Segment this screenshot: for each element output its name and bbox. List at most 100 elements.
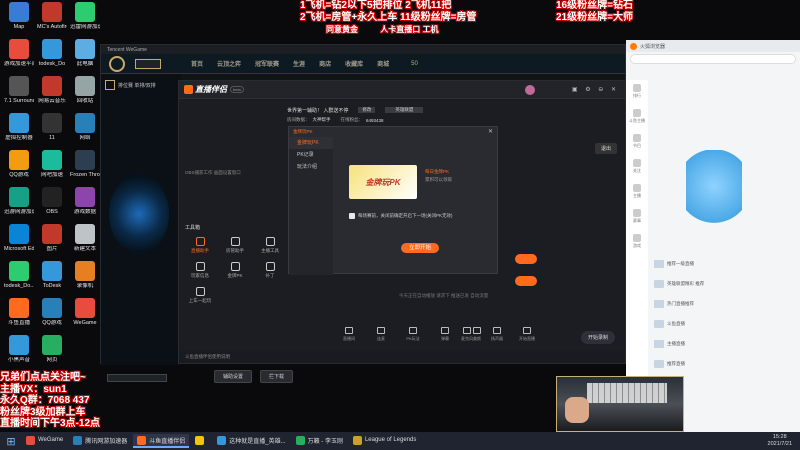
desktop-icon[interactable]: 小黑声音 [4, 335, 34, 363]
stream-title-input[interactable]: 世界第一辅助！ 入群送不停 [287, 107, 348, 114]
browser-sidebar-item[interactable]: 关注 [626, 159, 648, 174]
desktop-icon[interactable]: 斗鱼直播 [4, 298, 34, 326]
desktop-icon[interactable]: 游戏加速平台 [4, 39, 34, 67]
bottom-tool[interactable]: 麦克风 [457, 327, 477, 342]
lol-play-button[interactable] [135, 58, 161, 69]
desktop-icon[interactable]: 11 [37, 113, 67, 141]
tray-clock[interactable]: 15:28 2021/7/21 [768, 434, 792, 448]
tool-item[interactable]: 上车一起玩 [185, 287, 215, 304]
tool-item[interactable]: 补丁 [255, 262, 285, 279]
tool-item[interactable]: 直播助手 [185, 237, 215, 254]
app-icon [75, 2, 95, 22]
douyu-orange-chip-1[interactable] [515, 254, 537, 264]
lol-nav-item[interactable]: 生涯 [293, 59, 305, 68]
taskbar-item[interactable]: 腾讯网游加速器 [69, 434, 131, 448]
desktop-icon[interactable]: WeGame [70, 298, 100, 326]
browser-sidebar-item[interactable]: 赛事 [626, 209, 648, 224]
taskbar-item[interactable] [191, 434, 211, 448]
dialog-close-icon[interactable]: ✕ [488, 128, 493, 135]
browser-link[interactable]: 热门直播推荐 [654, 300, 794, 308]
lol-play-again-button[interactable] [107, 374, 167, 382]
tool-item[interactable]: 主播工具 [255, 237, 285, 254]
desktop-icon[interactable]: 此电脑 [70, 39, 100, 67]
douyu-window-controls[interactable]: ▣ ⚙ ⊖ ✕ [572, 86, 619, 93]
desktop-icon[interactable]: Map [4, 2, 34, 30]
browser-addressbar[interactable] [630, 54, 796, 64]
modify-title-button[interactable]: 修改 [358, 107, 376, 113]
lol-nav-item[interactable]: 收藏库 [345, 59, 363, 68]
bottom-tool[interactable]: 开始直播 [517, 327, 537, 342]
desktop-icon[interactable]: 回收站 [70, 76, 100, 104]
lol-nav-item[interactable]: 冠军联赛 [255, 59, 279, 68]
dialog-checkbox-row[interactable]: 每场赛前，关闭前确定开启下一场(关闭PK无效) [349, 213, 453, 219]
desktop-icon[interactable]: 网页 [37, 335, 67, 363]
dialog-checkbox[interactable] [349, 213, 355, 219]
browser-sidebar-item[interactable]: 节目 [626, 134, 648, 149]
desktop-icon[interactable]: ToDesk [37, 261, 67, 289]
desktop-icon[interactable]: 虚拟控制器 [4, 113, 34, 141]
desktop-icon[interactable]: QQ游戏 [4, 150, 34, 178]
dialog-sidebar-item[interactable]: 玩法介绍 [289, 161, 333, 173]
douyu-start-record-button[interactable]: 开始录制 [580, 331, 615, 344]
desktop-icon[interactable]: 录像机 [70, 261, 100, 289]
tool-item[interactable]: 房管助手 [220, 237, 250, 254]
bottom-tool[interactable]: 直播间 [339, 327, 359, 342]
taskbar-item[interactable]: League of Legends [349, 434, 420, 448]
browser-sidebar-icon [633, 84, 641, 92]
desktop-icon[interactable]: OBS [37, 187, 67, 215]
desktop-icon[interactable]: 新建文本 [70, 224, 100, 252]
browser-sidebar-item[interactable]: 排行 [626, 84, 648, 99]
desktop-icon[interactable]: 迅游网游加速 0.6.24 [4, 187, 34, 215]
bottom-tool[interactable]: 弹幕 [435, 327, 455, 342]
lol-nav-item[interactable]: 云顶之弈 [217, 59, 241, 68]
desktop-icon[interactable]: 迅雷网游加速器 [70, 2, 100, 30]
dialog-sidebar-item[interactable]: 金牌玩PK [289, 137, 333, 149]
browser-sidebar-label: 赛事 [633, 218, 641, 223]
bottom-tool-label: 扬声器 [491, 336, 503, 341]
desktop-icon[interactable]: QQ游戏 [37, 298, 67, 326]
dialog-sidebar-item[interactable]: PK记录 [289, 149, 333, 161]
desktop-icon[interactable]: todesk_Do [37, 39, 67, 67]
bottom-tool[interactable]: 连麦 [371, 327, 391, 342]
desktop-icon[interactable]: Microsoft Edge [4, 224, 34, 252]
browser-link[interactable]: 斗鱼直播 [654, 320, 794, 328]
taskbar-item[interactable]: 这种就是直播_英雄... [213, 434, 289, 448]
browser-link[interactable]: 英雄联盟精彩 推荐 [654, 280, 794, 288]
desktop-icon[interactable]: 网易云音乐 [37, 76, 67, 104]
desktop-icon[interactable]: 网吧加速 [37, 150, 67, 178]
browser-sidebar-item[interactable]: 主播 [626, 184, 648, 199]
desktop-icon[interactable]: Frozen Throne [70, 150, 100, 178]
browser-sidebar-item[interactable]: 游戏 [626, 234, 648, 249]
category-select[interactable]: 英雄联盟 [385, 107, 424, 113]
douyu-footer: 斗鱼直播伴侣使用说明 [179, 351, 625, 363]
desktop-icon[interactable]: 游戏数据 [70, 187, 100, 215]
tool-item[interactable]: 金牌PK [220, 262, 250, 279]
start-button[interactable]: ⊞ [0, 435, 22, 448]
lol-nav-item[interactable]: 首页 [191, 59, 203, 68]
douyu-avatar[interactable] [525, 85, 535, 95]
browser-sidebar-item[interactable]: 斗鱼主播 [626, 109, 648, 124]
douyu-orange-chip-2[interactable] [515, 276, 537, 286]
taskbar-item[interactable]: WeGame [22, 434, 67, 448]
taskbar-item[interactable]: 斗鱼直播伴侣 [133, 434, 190, 448]
desktop-icon[interactable]: MC's Autofire [37, 2, 67, 30]
lol-nav-item[interactable]: 商城 [377, 59, 389, 68]
desktop-icon[interactable]: 图片 [37, 224, 67, 252]
lol-bottom-button[interactable]: 拦下载 [260, 370, 294, 383]
lol-bottom-button[interactable]: 辅助设置 [214, 370, 253, 383]
desktop-icon[interactable]: 网络 [70, 113, 100, 141]
desktop-icon-label: 网页 [46, 357, 58, 363]
browser-link[interactable]: 推荐一级直播 [654, 260, 794, 268]
tool-item[interactable]: 玩家信息 [185, 262, 215, 279]
lol-nav-item[interactable]: 商店 [319, 59, 331, 68]
browser-link[interactable]: 主播直播 [654, 340, 794, 348]
desktop-icon[interactable]: 7.1 Surround [4, 76, 34, 104]
bottom-tool[interactable]: 扬声器 [487, 327, 507, 342]
dialog-confirm-button[interactable]: 立即开始 [401, 243, 439, 253]
desktop-icon[interactable]: todesk_Do... [4, 261, 34, 289]
app-icon [42, 261, 62, 281]
bottom-tool[interactable]: PK玩法 [403, 327, 423, 342]
douyu-exit-button[interactable]: 退出 [594, 143, 617, 154]
taskbar-item[interactable]: 万籁 - 李玉刚 [292, 434, 347, 448]
browser-link[interactable]: 推荐直播 [654, 360, 794, 368]
